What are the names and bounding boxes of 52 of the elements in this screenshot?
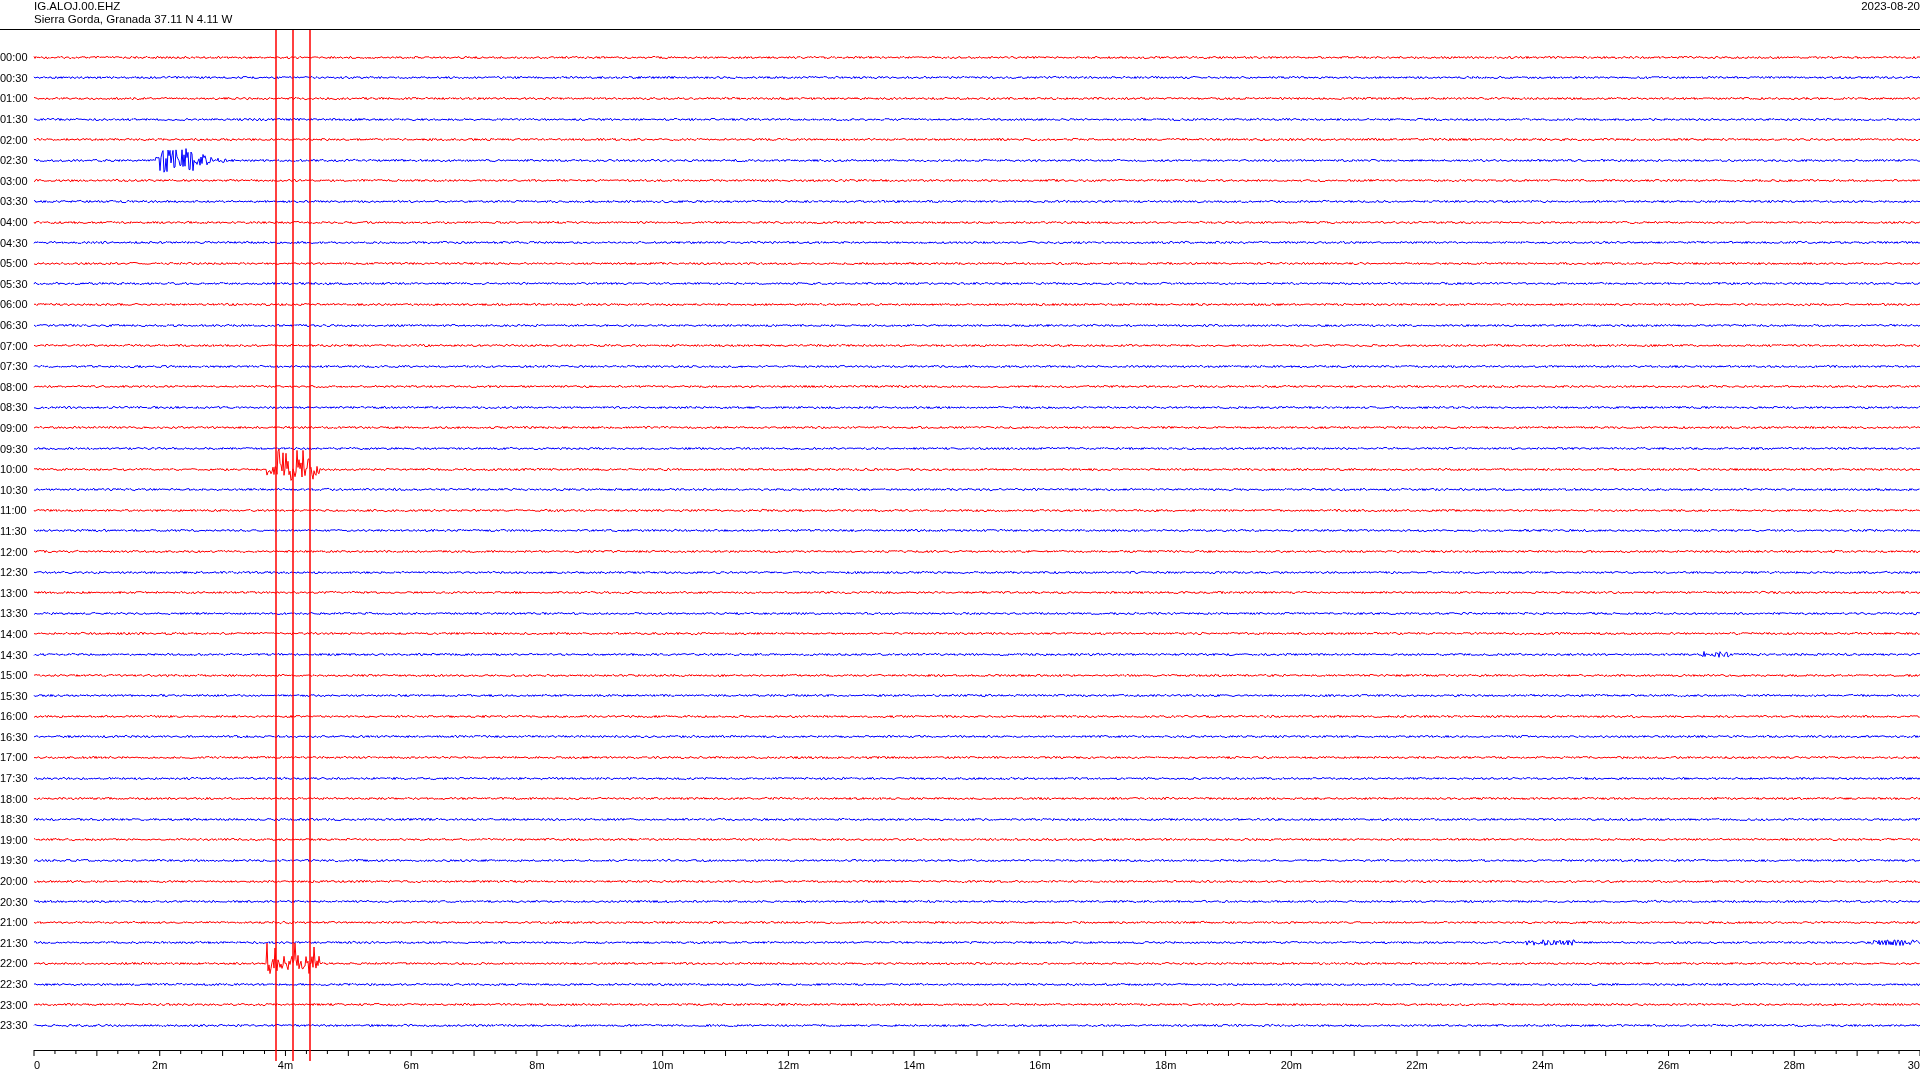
- time-label: 06:30: [0, 319, 29, 331]
- time-label: 16:30: [0, 730, 29, 743]
- time-label: 17:00: [0, 751, 29, 764]
- time-label: 06:00: [0, 298, 29, 311]
- station-location: Sierra Gorda, Granada 37.11 N 4.11 W: [34, 13, 233, 26]
- time-label: 16:00: [0, 710, 29, 723]
- time-label: 08:30: [0, 401, 29, 414]
- time-label: 14:30: [0, 648, 29, 661]
- time-label: 07:00: [0, 339, 29, 352]
- time-label: 15:00: [0, 669, 29, 682]
- time-label: 19:30: [0, 854, 29, 867]
- time-label: 21:30: [0, 936, 29, 949]
- time-label: 10:00: [0, 463, 29, 476]
- time-label: 03:00: [0, 174, 29, 187]
- time-label: 01:30: [0, 113, 29, 126]
- time-label: 22:00: [0, 957, 29, 970]
- time-label: 14:00: [0, 627, 29, 640]
- time-label: 01:00: [0, 92, 29, 105]
- time-label: 17:30: [0, 772, 29, 785]
- time-label: 13:00: [0, 586, 29, 599]
- time-label: 00:00: [0, 51, 29, 64]
- time-label: 13:30: [0, 607, 29, 620]
- time-label: 08:00: [0, 380, 29, 393]
- time-label: 02:30: [0, 154, 29, 167]
- time-label: 21:00: [0, 916, 29, 929]
- time-label: 15:30: [0, 689, 29, 702]
- plot-date: 2023-08-20: [1861, 0, 1920, 14]
- time-label: 12:30: [0, 566, 29, 579]
- time-label: 18:30: [0, 813, 29, 826]
- time-label: 00:30: [0, 71, 29, 84]
- time-label: 03:30: [0, 195, 29, 208]
- station-code: IG.ALOJ.00.EHZ: [34, 0, 122, 13]
- time-label: 23:00: [0, 998, 29, 1011]
- time-label: 07:30: [0, 360, 29, 373]
- time-label: 19:00: [0, 833, 29, 846]
- time-label: 22:30: [0, 978, 29, 990]
- time-label: 02:00: [0, 133, 29, 146]
- time-label: 11:30: [0, 524, 28, 537]
- time-label: 10:30: [0, 483, 29, 496]
- time-label: 09:00: [0, 422, 29, 434]
- time-label: 04:00: [0, 216, 29, 229]
- time-label: 12:00: [0, 545, 29, 558]
- time-label: 09:30: [0, 442, 29, 455]
- time-label: 05:00: [0, 257, 29, 270]
- time-label: 11:00: [0, 504, 28, 517]
- time-label: 18:00: [0, 792, 29, 805]
- time-label: 20:30: [0, 895, 29, 908]
- time-label: 20:00: [0, 875, 29, 888]
- time-axis: 0 2m 4m 6m 8m 10m 12m 14m 16m 18m 20m 22m 24m 26m 28m 30: [30, 1049, 1920, 1076]
- time-label: 04:30: [0, 236, 29, 249]
- time-label: 23:30: [0, 1019, 29, 1032]
- time-label: 05:30: [0, 277, 29, 290]
